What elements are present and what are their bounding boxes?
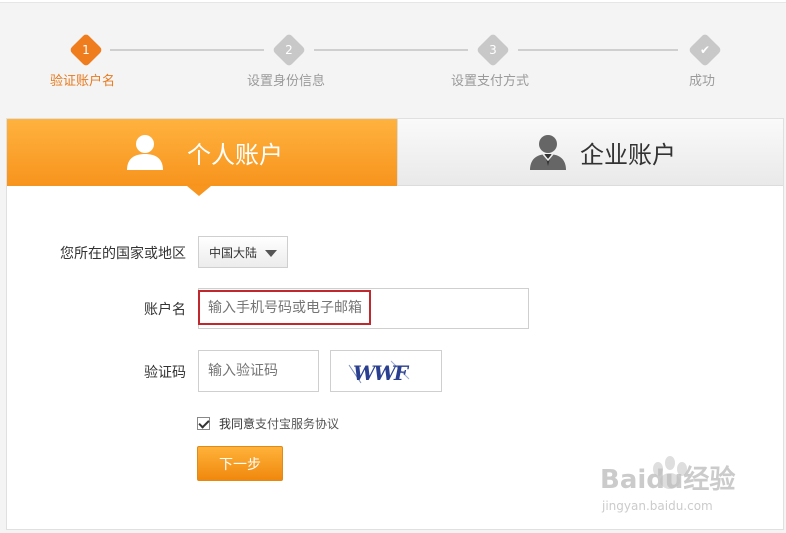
watermark-url: jingyan.baidu.com [602,499,713,513]
checkmark-icon: ✔ [699,43,711,57]
top-divider [0,0,786,3]
step-connector [518,49,678,51]
captcha-image[interactable]: WWF [330,350,442,392]
account-type-tabs: 个人账户 企业账户 [7,119,783,196]
step-success-label: 成功 [689,74,716,89]
step-3-label: 设置支付方式 [451,74,530,89]
step-2-marker: 2 [272,33,306,67]
region-select[interactable]: 中国大陆 [198,236,288,268]
account-label: 账户名 [144,302,186,318]
region-label: 您所在的国家或地区 [60,246,186,262]
agree-prefix: 我同意 [219,417,256,431]
captcha-label: 验证码 [144,365,186,381]
step-connector [314,49,468,51]
registration-steps: 1 2 3 ✔ 验证账户名 设置身份信息 设置支付方式 成功 [0,30,786,100]
step-connector [110,49,264,51]
page: 1 2 3 ✔ 验证账户名 设置身份信息 设置支付方式 成功 个人账户 企业账户… [0,0,786,533]
tab-personal-account[interactable]: 个人账户 [7,119,397,186]
tab-business-label: 企业账户 [580,141,676,169]
account-input-highlight [198,290,371,325]
captcha-input[interactable] [208,360,312,382]
captcha-graphic: WWF [348,360,412,385]
step-3-marker: 3 [476,33,510,67]
watermark-brand: Baidu经验 [600,465,736,495]
next-step-button[interactable]: 下一步 [197,446,283,481]
business-person-icon [530,135,566,170]
baidu-watermark: Baidu经验 jingyan.baidu.com [598,447,748,517]
active-tab-pointer [187,186,211,196]
tab-personal-label: 个人账户 [187,141,283,169]
step-success-marker: ✔ [688,33,722,67]
agreement-row: 我同意 支付宝服务协议 [197,415,339,432]
tab-business-account[interactable]: 企业账户 [397,119,783,186]
step-2-label: 设置身份信息 [247,74,326,89]
chevron-down-icon [265,250,277,257]
person-icon [127,135,163,170]
region-select-value: 中国大陆 [209,245,258,260]
agree-checkbox[interactable] [197,417,210,430]
captcha-text: WWF [353,361,410,385]
service-agreement-link[interactable]: 支付宝服务协议 [255,415,339,432]
step-1-marker: 1 [69,33,103,67]
step-1-label: 验证账户名 [50,74,116,89]
